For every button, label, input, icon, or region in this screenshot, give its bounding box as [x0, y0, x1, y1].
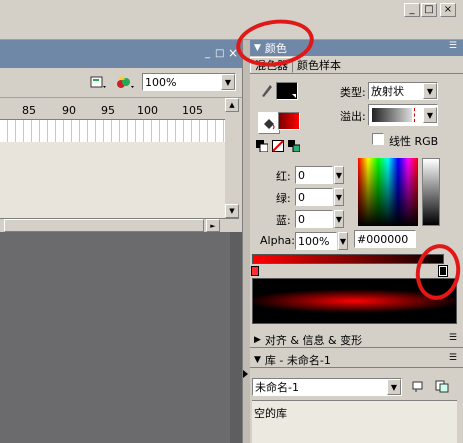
color-spectrum[interactable]: [358, 158, 418, 226]
timeline-layers-area: [0, 142, 225, 218]
brightness-slider[interactable]: [422, 158, 440, 226]
fill-color-swatch[interactable]: [278, 112, 300, 130]
gradient-stop-left[interactable]: [251, 266, 259, 276]
top-menu-strip: _ □ ×: [0, 0, 463, 40]
chevron-down-icon[interactable]: ▼: [423, 107, 437, 123]
doc-close-button[interactable]: ×: [228, 46, 238, 60]
overflow-marker: [414, 108, 416, 122]
timeline-horizontal-scrollbar[interactable]: ►: [0, 218, 239, 232]
doc-restore-button[interactable]: □: [215, 48, 224, 59]
minimize-button[interactable]: _: [404, 3, 420, 17]
no-color-icon[interactable]: [272, 140, 284, 152]
ruler-tick-label: 90: [62, 104, 76, 117]
blue-value: 0: [298, 212, 305, 226]
green-input[interactable]: 0: [295, 188, 333, 206]
panel-menu-icon[interactable]: ☰: [449, 333, 457, 343]
overflow-preview: [372, 108, 412, 122]
library-content: 空的库: [252, 400, 457, 443]
stroke-color-swatch[interactable]: [276, 82, 298, 100]
library-panel-title-bar[interactable]: ▼ 库 - 未命名-1 ☰: [250, 352, 463, 368]
blue-stepper[interactable]: ▼: [334, 210, 344, 228]
document-title-bar: _ □ ×: [0, 40, 245, 68]
tab-swatches[interactable]: 颜色样本: [293, 57, 345, 73]
tab-mixer[interactable]: 混色器: [250, 57, 293, 73]
fill-type-select[interactable]: 放射状 ▼: [368, 82, 438, 100]
green-value: 0: [298, 190, 305, 204]
ruler-tick-label: 85: [22, 104, 36, 117]
scroll-thumb[interactable]: [4, 219, 204, 232]
doc-minimize-button[interactable]: _: [205, 48, 210, 59]
library-empty-label: 空的库: [254, 407, 287, 420]
hex-value: #000000: [357, 232, 409, 246]
ruler-tick-label: 95: [101, 104, 115, 117]
alpha-stepper[interactable]: ▼: [338, 232, 348, 250]
color-panel-tabs: 混色器 颜色样本: [250, 56, 463, 74]
red-input[interactable]: 0: [295, 166, 333, 184]
new-library-panel-icon[interactable]: [434, 378, 450, 394]
right-panel-dock: ▼ 颜色 ☰ 混色器 颜色样本 类型: 放射状 ▼ 溢出: ▼ 线性 RGB 红…: [250, 40, 463, 443]
collapsed-arrow-icon[interactable]: ▶: [254, 335, 261, 345]
gradient-preview: [252, 278, 457, 324]
overflow-select[interactable]: ▼: [368, 104, 438, 126]
timeline-vertical-scrollbar[interactable]: ▲ ▼: [225, 98, 239, 218]
stroke-pencil-icon: [260, 82, 274, 101]
timeline: 85 90 95 100 105: [0, 98, 225, 218]
library-panel-title: 库 - 未命名-1: [264, 353, 331, 367]
chevron-down-icon[interactable]: ▼: [221, 74, 235, 90]
zoom-select[interactable]: 100% ▼: [142, 73, 236, 91]
blue-input[interactable]: 0: [295, 210, 333, 228]
ruler-tick-label: 105: [182, 104, 203, 117]
red-stepper[interactable]: ▼: [334, 166, 344, 184]
scroll-right-icon[interactable]: ►: [206, 219, 220, 232]
align-panel-title-bar[interactable]: ▶ 对齐 & 信息 & 变形 ☰: [250, 332, 463, 348]
zoom-value: 100%: [145, 75, 177, 89]
type-label: 类型:: [340, 86, 366, 99]
gradient-stop-right[interactable]: [438, 265, 448, 277]
scroll-up-icon[interactable]: ▲: [225, 98, 239, 112]
alpha-label: Alpha:: [260, 234, 295, 247]
red-label: 红:: [276, 170, 291, 183]
scroll-down-icon[interactable]: ▼: [225, 204, 239, 218]
panel-menu-icon[interactable]: ☰: [449, 353, 457, 363]
frame-cells[interactable]: [0, 120, 225, 142]
alpha-input[interactable]: 100%: [295, 232, 337, 250]
linear-rgb-label: 线性 RGB: [389, 135, 439, 148]
chevron-down-icon[interactable]: ▼: [423, 83, 437, 99]
fill-bucket-icon[interactable]: [258, 112, 280, 134]
linear-rgb-checkbox[interactable]: [372, 133, 384, 145]
expand-arrow-icon[interactable]: ▼: [254, 355, 261, 365]
alpha-value: 100%: [298, 234, 330, 248]
edit-toolbar: 100% ▼: [0, 68, 245, 98]
gradient-bar[interactable]: [252, 254, 444, 264]
pin-library-icon[interactable]: [410, 378, 426, 394]
collapse-arrow-icon[interactable]: [243, 370, 248, 378]
expand-arrow-icon[interactable]: ▼: [254, 43, 261, 53]
library-select-value: 未命名-1: [255, 381, 299, 394]
green-stepper[interactable]: ▼: [334, 188, 344, 206]
ruler-tick-label: 100: [137, 104, 158, 117]
fill-type-value: 放射状: [371, 85, 404, 98]
color-panel-title: 颜色: [264, 42, 287, 55]
dropdown-corner-icon: [292, 94, 296, 98]
edit-symbols-icon[interactable]: [114, 74, 136, 92]
overflow-label: 溢出:: [340, 110, 366, 123]
panel-splitter[interactable]: [242, 40, 250, 443]
chevron-down-icon[interactable]: ▼: [387, 379, 401, 395]
blue-label: 蓝:: [276, 214, 291, 227]
library-select[interactable]: 未命名-1 ▼: [252, 378, 402, 396]
color-panel-title-bar[interactable]: ▼ 颜色 ☰: [250, 40, 463, 56]
swap-colors-icon[interactable]: [288, 140, 300, 152]
edit-scene-icon[interactable]: [88, 74, 108, 92]
green-label: 绿:: [276, 192, 291, 205]
stage-canvas[interactable]: [0, 232, 230, 443]
hex-input[interactable]: #000000: [354, 230, 416, 248]
default-colors-icon[interactable]: [256, 140, 268, 152]
red-value: 0: [298, 168, 305, 182]
color-mode-buttons: [256, 140, 300, 152]
panel-menu-icon[interactable]: ☰: [449, 41, 457, 51]
align-panel-title: 对齐 & 信息 & 变形: [264, 333, 363, 347]
restore-button[interactable]: □: [421, 3, 437, 17]
close-button[interactable]: ×: [440, 3, 456, 17]
frame-ruler: 85 90 95 100 105: [0, 98, 225, 120]
